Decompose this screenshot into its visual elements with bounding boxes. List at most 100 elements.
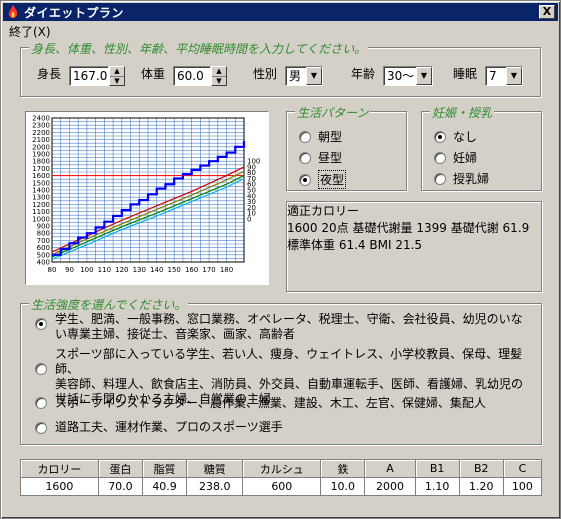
age-dropdown-arrow-icon[interactable]: ▼ (416, 67, 432, 85)
title-bar[interactable]: ダイエットプラン X (3, 3, 558, 21)
radio-selected-icon[interactable] (434, 130, 446, 143)
radio-selected-icon[interactable] (35, 318, 47, 330)
nutrient-value-cell: 2000 (364, 477, 416, 496)
sex-label: 性別 (253, 67, 278, 81)
close-button[interactable]: X (539, 5, 555, 19)
nutrient-header-cell: 鉄 (320, 459, 366, 478)
nutrient-value-cell: 1.20 (458, 477, 504, 496)
radio-icon[interactable] (35, 363, 47, 375)
nutrient-header-cell: B1 (414, 459, 460, 478)
nutrient-header-cell: 脂質 (141, 459, 188, 478)
activity-option-1-line: い専業主婦、接従士、音楽家、画家、高齢者 (55, 327, 296, 341)
height-label: 身長 (37, 67, 62, 81)
nutrient-value-cell: 40.9 (141, 477, 188, 496)
nutrient-value-cell: 70.0 (97, 477, 144, 496)
chart-x-tick-label: 100 (80, 266, 93, 274)
nutrient-value-cell: 1600 (20, 477, 99, 496)
pregnancy-option-pregnant[interactable]: 妊婦 (434, 149, 477, 166)
menu-bar: 終了(X) (9, 23, 51, 40)
nutrient-value-cell: 100 (502, 477, 543, 496)
nutrient-value-cell: 238.0 (186, 477, 244, 496)
life-pattern-option-label: 朝型 (318, 130, 343, 144)
bmr-label: 基礎代謝 (450, 221, 499, 235)
activity-option-4-line: 道路工夫、運材作業、プロのスポーツ選手 (55, 420, 283, 434)
close-icon: X (542, 5, 552, 18)
points-value: 20点 (321, 221, 349, 235)
spin-up-icon[interactable]: ▲ (110, 67, 124, 76)
height-spinner[interactable]: ▲ ▼ (109, 66, 125, 86)
life-pattern-option-night[interactable]: 夜型 (299, 170, 347, 189)
radio-icon[interactable] (299, 151, 311, 164)
nutrient-header-cell: 糖質 (186, 459, 244, 478)
radio-icon[interactable] (434, 172, 446, 185)
life-pattern-group: 生活パターン 朝型 昼型 夜型 (286, 104, 407, 191)
sleep-label: 睡眠 (453, 67, 478, 81)
bmi-label: BMI (369, 238, 392, 252)
pregnancy-option-none[interactable]: なし (434, 128, 477, 145)
chart-x-tick-label: 150 (167, 266, 180, 274)
nutrient-header-cell: カルシュ (242, 459, 322, 478)
chart-x-tick-label: 80 (48, 266, 57, 274)
nutrient-value-row: 1600 70.0 40.9 238.0 600 10.0 2000 1.10 … (20, 477, 543, 496)
app-window: ダイエットプラン X 終了(X) 身長、体重、性別、年齢、平均睡眠時間を入力して… (0, 0, 561, 519)
sex-dropdown-arrow-icon[interactable]: ▼ (306, 67, 322, 85)
weight-spinner[interactable]: ▲ ▼ (211, 66, 227, 86)
nutrient-header-cell: C (502, 459, 543, 478)
activity-option-1[interactable] (35, 318, 54, 330)
chart-x-tick-label: 120 (115, 266, 128, 274)
activity-option-1-text: 学生、肥満、一般事務、窓口業務、オペレータ、税理士、守衛、会社役員、幼児のいな … (55, 312, 523, 342)
chart-x-tick-label: 90 (65, 266, 74, 274)
life-pattern-legend: 生活パターン (295, 104, 371, 121)
weight-input[interactable]: 60.0 (173, 66, 211, 86)
activity-option-3[interactable] (35, 397, 54, 409)
input-legend: 身長、体重、性別、年齢、平均睡眠時間を入力してください。 (29, 40, 369, 57)
chart-svg: 2400230022002100200019001800170016001500… (32, 115, 260, 275)
spin-up-icon[interactable]: ▲ (212, 67, 226, 76)
std-weight-label: 標準体重 (287, 238, 336, 252)
spin-down-icon[interactable]: ▼ (110, 76, 124, 85)
life-pattern-option-label: 昼型 (318, 151, 343, 165)
life-pattern-option-morning[interactable]: 朝型 (299, 128, 342, 145)
spin-down-icon[interactable]: ▼ (212, 76, 226, 85)
radio-icon[interactable] (299, 130, 311, 143)
nutrient-table: カロリー 蛋白 脂質 糖質 カルシュ 鉄 A B1 B2 C 1600 70.0… (20, 459, 543, 496)
radio-icon[interactable] (35, 422, 47, 434)
app-flame-icon (8, 5, 18, 18)
life-pattern-option-day[interactable]: 昼型 (299, 149, 342, 166)
input-group: 身長、体重、性別、年齢、平均睡眠時間を入力してください。 身長 167.0 ▲ … (20, 40, 541, 97)
nutrient-value-cell: 600 (242, 477, 322, 496)
nutrient-header-row: カロリー 蛋白 脂質 糖質 カルシュ 鉄 A B1 B2 C (20, 459, 543, 478)
nutrient-value-cell: 1.10 (414, 477, 460, 496)
chart-x-tick-label: 140 (150, 266, 163, 274)
radio-icon[interactable] (434, 151, 446, 164)
calorie-label: 適正カロリー (287, 204, 360, 218)
nutrient-value-cell: 10.0 (320, 477, 366, 496)
nutrient-header-cell: A (364, 459, 416, 478)
calorie-row: 適正カロリー (287, 202, 541, 219)
activity-option-2[interactable] (35, 363, 54, 375)
pregnancy-option-label: 授乳婦 (453, 172, 490, 186)
std-weight-value: 61.4 (338, 238, 366, 252)
nutrient-header-cell: カロリー (20, 459, 99, 478)
chart-x-tick-label: 130 (133, 266, 146, 274)
activity-group: 生活強度を選んでください。 学生、肥満、一般事務、窓口業務、オペレータ、税理士、… (20, 296, 542, 445)
life-pattern-option-label: 夜型 (318, 170, 347, 189)
bmr-value: 61.9 (502, 221, 530, 235)
chart-x-tick-label: 170 (202, 266, 215, 274)
chart-y2-tick-label: 0 (247, 215, 251, 223)
radio-selected-icon[interactable] (299, 173, 311, 186)
radio-icon[interactable] (35, 397, 47, 409)
menu-exit[interactable]: 終了(X) (9, 25, 51, 39)
height-input[interactable]: 167.0 (69, 66, 109, 86)
bmr-amount-value: 1399 (416, 221, 447, 235)
calorie-value: 1600 (287, 221, 318, 235)
activity-legend: 生活強度を選んでください。 (29, 296, 189, 313)
chart-x-tick-label: 160 (185, 266, 198, 274)
pregnancy-option-nursing[interactable]: 授乳婦 (434, 170, 489, 187)
pregnancy-option-label: なし (453, 130, 478, 144)
activity-option-3-text: スポーツインストラクター、農作業、漁業、建設、木工、左官、保健婦、集配人 (55, 396, 486, 411)
activity-option-4[interactable] (35, 422, 54, 434)
sleep-dropdown-arrow-icon[interactable]: ▼ (506, 67, 522, 85)
bmi-value: 21.5 (395, 238, 423, 252)
stats-panel: 適正カロリー 1600 20点 基礎代謝量 1399 基礎代謝 61.9 標準体… (286, 201, 542, 292)
